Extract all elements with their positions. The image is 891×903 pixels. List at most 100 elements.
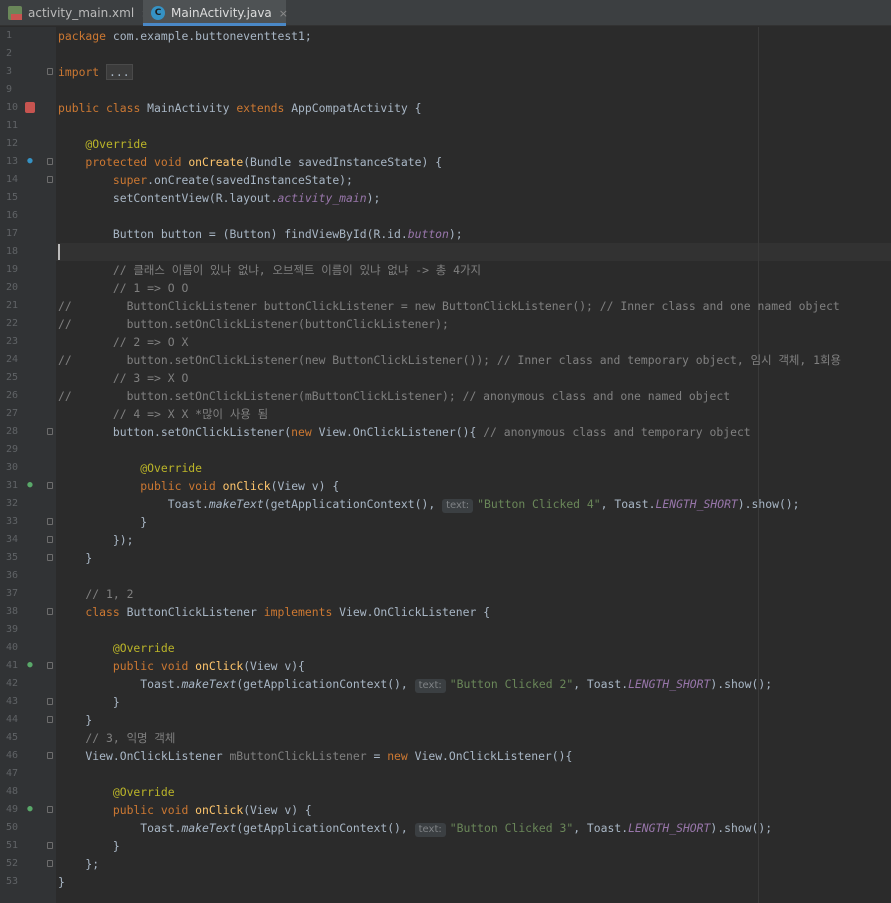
fold-toggle-icon[interactable] [47,842,53,849]
line-number: 9 [6,84,13,95]
override-method-icon[interactable]: ● [25,660,35,671]
code-line-41: public void onClick(View v){ [58,659,305,673]
gutter-line: 16 [0,207,56,225]
fold-toggle-icon[interactable] [47,158,53,165]
line-number: 41 [6,660,19,671]
fold-toggle-icon[interactable] [47,68,53,75]
fold-toggle-icon[interactable] [47,608,53,615]
gutter-line: 29 [0,441,56,459]
fold-toggle-icon[interactable] [47,860,53,867]
fold-toggle-icon[interactable] [47,482,53,489]
line-number: 18 [6,246,19,257]
fold-toggle-icon[interactable] [47,176,53,183]
gutter-line: 12 [0,135,56,153]
line-number: 50 [6,822,19,833]
fold-toggle-icon[interactable] [47,752,53,759]
tab-main-activity-java[interactable]: C MainActivity.java × [143,0,288,26]
folded-imports[interactable]: ... [106,64,133,80]
gutter-line: 33 [0,513,56,531]
line-number: 36 [6,570,19,581]
line-number: 44 [6,714,19,725]
gutter-line: 46 [0,747,56,765]
code-line-28: button.setOnClickListener(new View.OnCli… [58,425,751,439]
code-line-38: class ButtonClickListener implements Vie… [58,605,491,619]
gutter-line: 36 [0,567,56,585]
java-class-icon: C [151,6,165,20]
fold-toggle-icon[interactable] [47,554,53,561]
fold-toggle-icon[interactable] [47,536,53,543]
line-number: 45 [6,732,19,743]
line-number-gutter[interactable]: 1 2 3 9 10 11 12 13 ● 14 15 16 17 18 19 20 21 22 23 24 25 26 2… [0,27,56,903]
gutter-line: 28 [0,423,56,441]
gutter-line: 38 [0,603,56,621]
fold-toggle-icon[interactable] [47,662,53,669]
parameter-hint: text: [442,499,474,513]
code-line-13: protected void onCreate(Bundle savedInst… [58,155,443,169]
layout-xml-icon[interactable] [25,102,35,113]
close-icon[interactable]: × [279,7,288,20]
tab-activity-main-xml[interactable]: activity_main.xml × [0,0,150,26]
fold-toggle-icon[interactable] [47,428,53,435]
line-number: 19 [6,264,19,275]
gutter-line: 32 [0,495,56,513]
gutter-line: 45 [0,729,56,747]
gutter-line: 42 [0,675,56,693]
fold-toggle-icon[interactable] [47,806,53,813]
gutter-line: 37 [0,585,56,603]
line-number: 23 [6,336,19,347]
fold-toggle-icon[interactable] [47,698,53,705]
line-number: 35 [6,552,19,563]
parameter-hint: text: [414,679,446,693]
code-line-10: public class MainActivity extends AppCom… [58,101,422,115]
line-number: 37 [6,588,19,599]
line-number: 26 [6,390,19,401]
override-method-icon[interactable]: ● [25,156,35,167]
code-line-3: import ... [58,63,888,81]
gutter-line: 23 [0,333,56,351]
line-number: 47 [6,768,19,779]
line-number: 38 [6,606,19,617]
code-line-30: @Override [58,461,203,475]
gutter-line: 47 [0,765,56,783]
line-number: 51 [6,840,19,851]
fold-toggle-icon[interactable] [47,518,53,525]
line-number: 46 [6,750,19,761]
gutter-line: 50 [0,819,56,837]
code-line-52: }; [58,857,100,871]
code-editor[interactable]: package com.example.buttoneventtest1; im… [58,27,888,891]
override-method-icon[interactable]: ● [25,480,35,491]
line-number: 31 [6,480,19,491]
line-number: 12 [6,138,19,149]
code-line-1: package com.example.buttoneventtest1; [58,29,312,43]
line-number: 14 [6,174,19,185]
gutter-line: 39 [0,621,56,639]
code-line-40: @Override [58,641,175,655]
tab-label: MainActivity.java [171,6,272,20]
code-line-33: } [58,515,148,529]
code-line-31: public void onClick(View v) { [58,479,340,493]
code-line-14: super.onCreate(savedInstanceState); [58,173,353,187]
line-number: 53 [6,876,19,887]
line-number: 22 [6,318,19,329]
gutter-line: 24 [0,351,56,369]
code-line-37: // 1, 2 [58,587,134,601]
line-number: 40 [6,642,19,653]
gutter-line: 40 [0,639,56,657]
gutter-line: 52 [0,855,56,873]
code-line-20: // 1 => O O [58,281,189,295]
fold-toggle-icon[interactable] [47,716,53,723]
gutter-line: 15 [0,189,56,207]
line-number: 27 [6,408,19,419]
gutter-line: 22 [0,315,56,333]
tab-label: activity_main.xml [28,6,135,20]
override-method-icon[interactable]: ● [25,804,35,815]
gutter-line: 25 [0,369,56,387]
gutter-line: 44 [0,711,56,729]
